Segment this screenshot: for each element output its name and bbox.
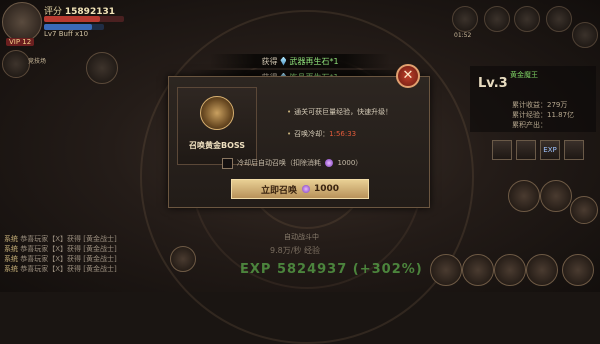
info-line: • 通关可获巨量经验，快速升级！ (287, 108, 393, 116)
boss-green-name: 黄金魔王 (510, 71, 538, 79)
chat-line[interactable]: 系统 恭喜玩家【X】获得 [黄金战士] (4, 234, 117, 244)
action-button-2[interactable] (540, 180, 572, 212)
info-line-1: 累计收益：279万 (512, 101, 568, 109)
skill-slot-1[interactable] (492, 140, 512, 160)
exp-total-large: EXP 5824937 (+302%) (240, 262, 423, 277)
loot-notice: 获得 武器再生石*1 (210, 54, 390, 68)
chat-line[interactable]: 系统 恭喜玩家【X】获得 [黄金战士] (4, 244, 117, 254)
info-text: 通关可获巨量经验，快速升级！ (294, 108, 393, 116)
boss-skull-icon[interactable] (86, 52, 118, 84)
cooldown-label: 召唤冷却： (294, 130, 330, 138)
auto-summon-label[interactable]: 冷却后自动召唤（扣除消耗 1000） (237, 158, 362, 168)
golden-skull-emblem-icon (200, 96, 234, 130)
character-icon[interactable] (2, 50, 30, 78)
rank-icon[interactable] (452, 6, 478, 32)
vip-badge[interactable]: VIP 12 (6, 38, 35, 46)
chat-line[interactable]: 系统 恭喜玩家【X】获得 [黄金战士] (4, 264, 117, 274)
summon-cost: 1000 (313, 184, 340, 194)
auto-battle-label[interactable]: 自动战斗中 (284, 232, 319, 242)
bottom-skill-2[interactable] (462, 254, 494, 286)
stage-level: Lv.3 (478, 76, 508, 91)
timer-label: 01:52 (454, 32, 472, 39)
chat-tag: 系统 (4, 265, 18, 273)
chat-tag: 系统 (4, 235, 18, 243)
info-line-3: 累积产出： (512, 121, 547, 129)
gem-icon (280, 56, 287, 66)
summon-button-label: 立即召唤 (260, 185, 297, 196)
chat-text: 恭喜玩家【X】获得 [黄金战士] (20, 255, 117, 263)
bottom-skill-4[interactable] (526, 254, 558, 286)
chat-line[interactable]: 系统 恭喜玩家【X】获得 [黄金战士] (4, 254, 117, 264)
mail-icon[interactable] (484, 6, 510, 32)
map-icon[interactable] (514, 6, 540, 32)
checkbox-cost: 1000） (337, 159, 363, 167)
hp-bar (44, 16, 124, 22)
skill-slot-3[interactable] (564, 140, 584, 160)
skill-slot-2[interactable] (516, 140, 536, 160)
bottom-skill-1[interactable] (430, 254, 462, 286)
player-avatar[interactable] (2, 2, 42, 42)
boss-portrait-frame: 召唤黄金BOSS (177, 87, 257, 165)
close-icon[interactable]: ✕ (396, 64, 420, 88)
left-icon-label: 竞技场 (28, 58, 47, 65)
settings-icon[interactable] (572, 22, 598, 48)
auto-summon-checkbox[interactable] (222, 158, 233, 169)
chat-text: 恭喜玩家【X】获得 [黄金战士] (20, 265, 117, 273)
info-line-2: 累计经验：11.87亿 (512, 111, 575, 119)
cooldown-value: 1:56:33 (329, 130, 357, 138)
bag-icon[interactable] (170, 246, 196, 272)
chat-text: 恭喜玩家【X】获得 [黄金战士] (20, 245, 117, 253)
purple-orb-icon (325, 159, 334, 167)
action-button-1[interactable] (508, 180, 540, 212)
exp-rate: 9.8万/秒 经验 (270, 246, 320, 255)
notice-prefix: 获得 (261, 56, 278, 66)
bottom-skill-3[interactable] (494, 254, 526, 286)
action-button-3[interactable] (570, 196, 598, 224)
shop-icon[interactable] (546, 6, 572, 32)
level-text: Lv7 Buff x10 (44, 30, 89, 38)
bottom-skill-5[interactable] (562, 254, 594, 286)
cooldown-line: • 召唤冷却：1:56:33 (287, 130, 357, 138)
summon-now-button[interactable]: 立即召唤 1000 (231, 179, 369, 199)
exp-button[interactable]: EXP (540, 140, 560, 160)
notice-item: 武器再生石*1 (289, 56, 339, 66)
chat-tag: 系统 (4, 245, 18, 253)
chat-tag: 系统 (4, 255, 18, 263)
chat-text: 恭喜玩家【X】获得 [黄金战士] (20, 235, 117, 243)
boss-title: 召唤黄金BOSS (188, 141, 246, 150)
purple-orb-icon (301, 185, 310, 193)
checkbox-text: 冷却后自动召唤（扣除消耗 (237, 159, 321, 167)
summon-boss-dialog: 召唤黄金BOSS • 通关可获巨量经验，快速升级！ • 召唤冷却：1:56:33 冷… (168, 76, 430, 208)
